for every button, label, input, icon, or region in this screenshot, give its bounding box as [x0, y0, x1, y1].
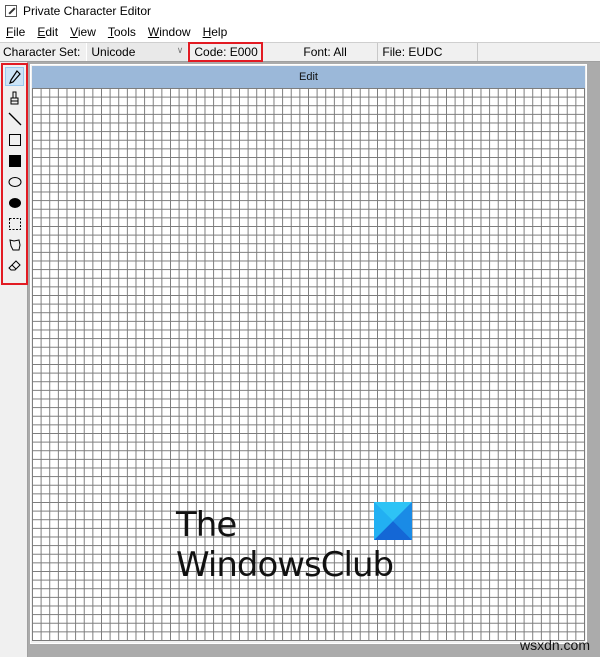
- file-display: File: EUDC: [378, 43, 479, 61]
- watermark: wsxdn.com: [519, 637, 590, 653]
- tool-pencil[interactable]: [5, 67, 24, 86]
- ellipse-filled-icon: [8, 197, 21, 208]
- tool-filled-rectangle[interactable]: [5, 151, 24, 170]
- edit-window-title[interactable]: Edit: [32, 66, 585, 88]
- character-edit-grid[interactable]: [32, 88, 585, 641]
- tool-line[interactable]: [5, 109, 24, 128]
- tool-freeform-selection[interactable]: [5, 235, 24, 254]
- menu-view[interactable]: View: [64, 25, 102, 39]
- rect-select-icon: [8, 217, 21, 230]
- code-display: Code: E000: [188, 42, 264, 62]
- tool-hollow-rectangle[interactable]: [5, 130, 24, 149]
- character-set-label: Character Set:: [3, 45, 81, 59]
- pencil-icon: [8, 69, 21, 84]
- menu-edit[interactable]: Edit: [31, 25, 64, 39]
- title-bar: Private Character Editor: [0, 0, 600, 22]
- menu-window[interactable]: Window: [142, 25, 197, 39]
- tool-hollow-ellipse[interactable]: [5, 172, 24, 191]
- character-set-dropdown[interactable]: Unicode ∨: [86, 43, 188, 61]
- character-editor-icon: [5, 5, 17, 17]
- menu-bar: File Edit View Tools Window Help: [0, 22, 600, 41]
- tool-eraser[interactable]: [5, 256, 24, 275]
- menu-help[interactable]: Help: [197, 25, 234, 39]
- tool-filled-ellipse[interactable]: [5, 193, 24, 212]
- tool-brush[interactable]: [5, 88, 24, 107]
- menu-file[interactable]: File: [0, 25, 31, 39]
- chevron-down-icon: ∨: [176, 45, 184, 55]
- rectangle-filled-icon: [8, 154, 21, 167]
- edit-window: Edit: [30, 64, 587, 644]
- freeform-select-icon: [8, 238, 21, 250]
- line-icon: [8, 112, 21, 125]
- mdi-workspace: Edit: [28, 62, 600, 657]
- tools-highlight-frame: [1, 63, 28, 285]
- window-title: Private Character Editor: [23, 4, 152, 18]
- character-set-value: Unicode: [91, 45, 136, 59]
- rectangle-outline-icon: [8, 133, 21, 146]
- ellipse-outline-icon: [8, 176, 21, 187]
- tool-rectangular-selection[interactable]: [5, 214, 24, 233]
- brush-icon: [10, 91, 18, 104]
- menu-tools[interactable]: Tools: [102, 25, 142, 39]
- eraser-icon: [7, 259, 21, 270]
- info-bar: Character Set: Unicode ∨ Code: E000 Font…: [0, 42, 600, 62]
- toolbox: [0, 62, 28, 657]
- font-display: Font: All: [263, 43, 379, 61]
